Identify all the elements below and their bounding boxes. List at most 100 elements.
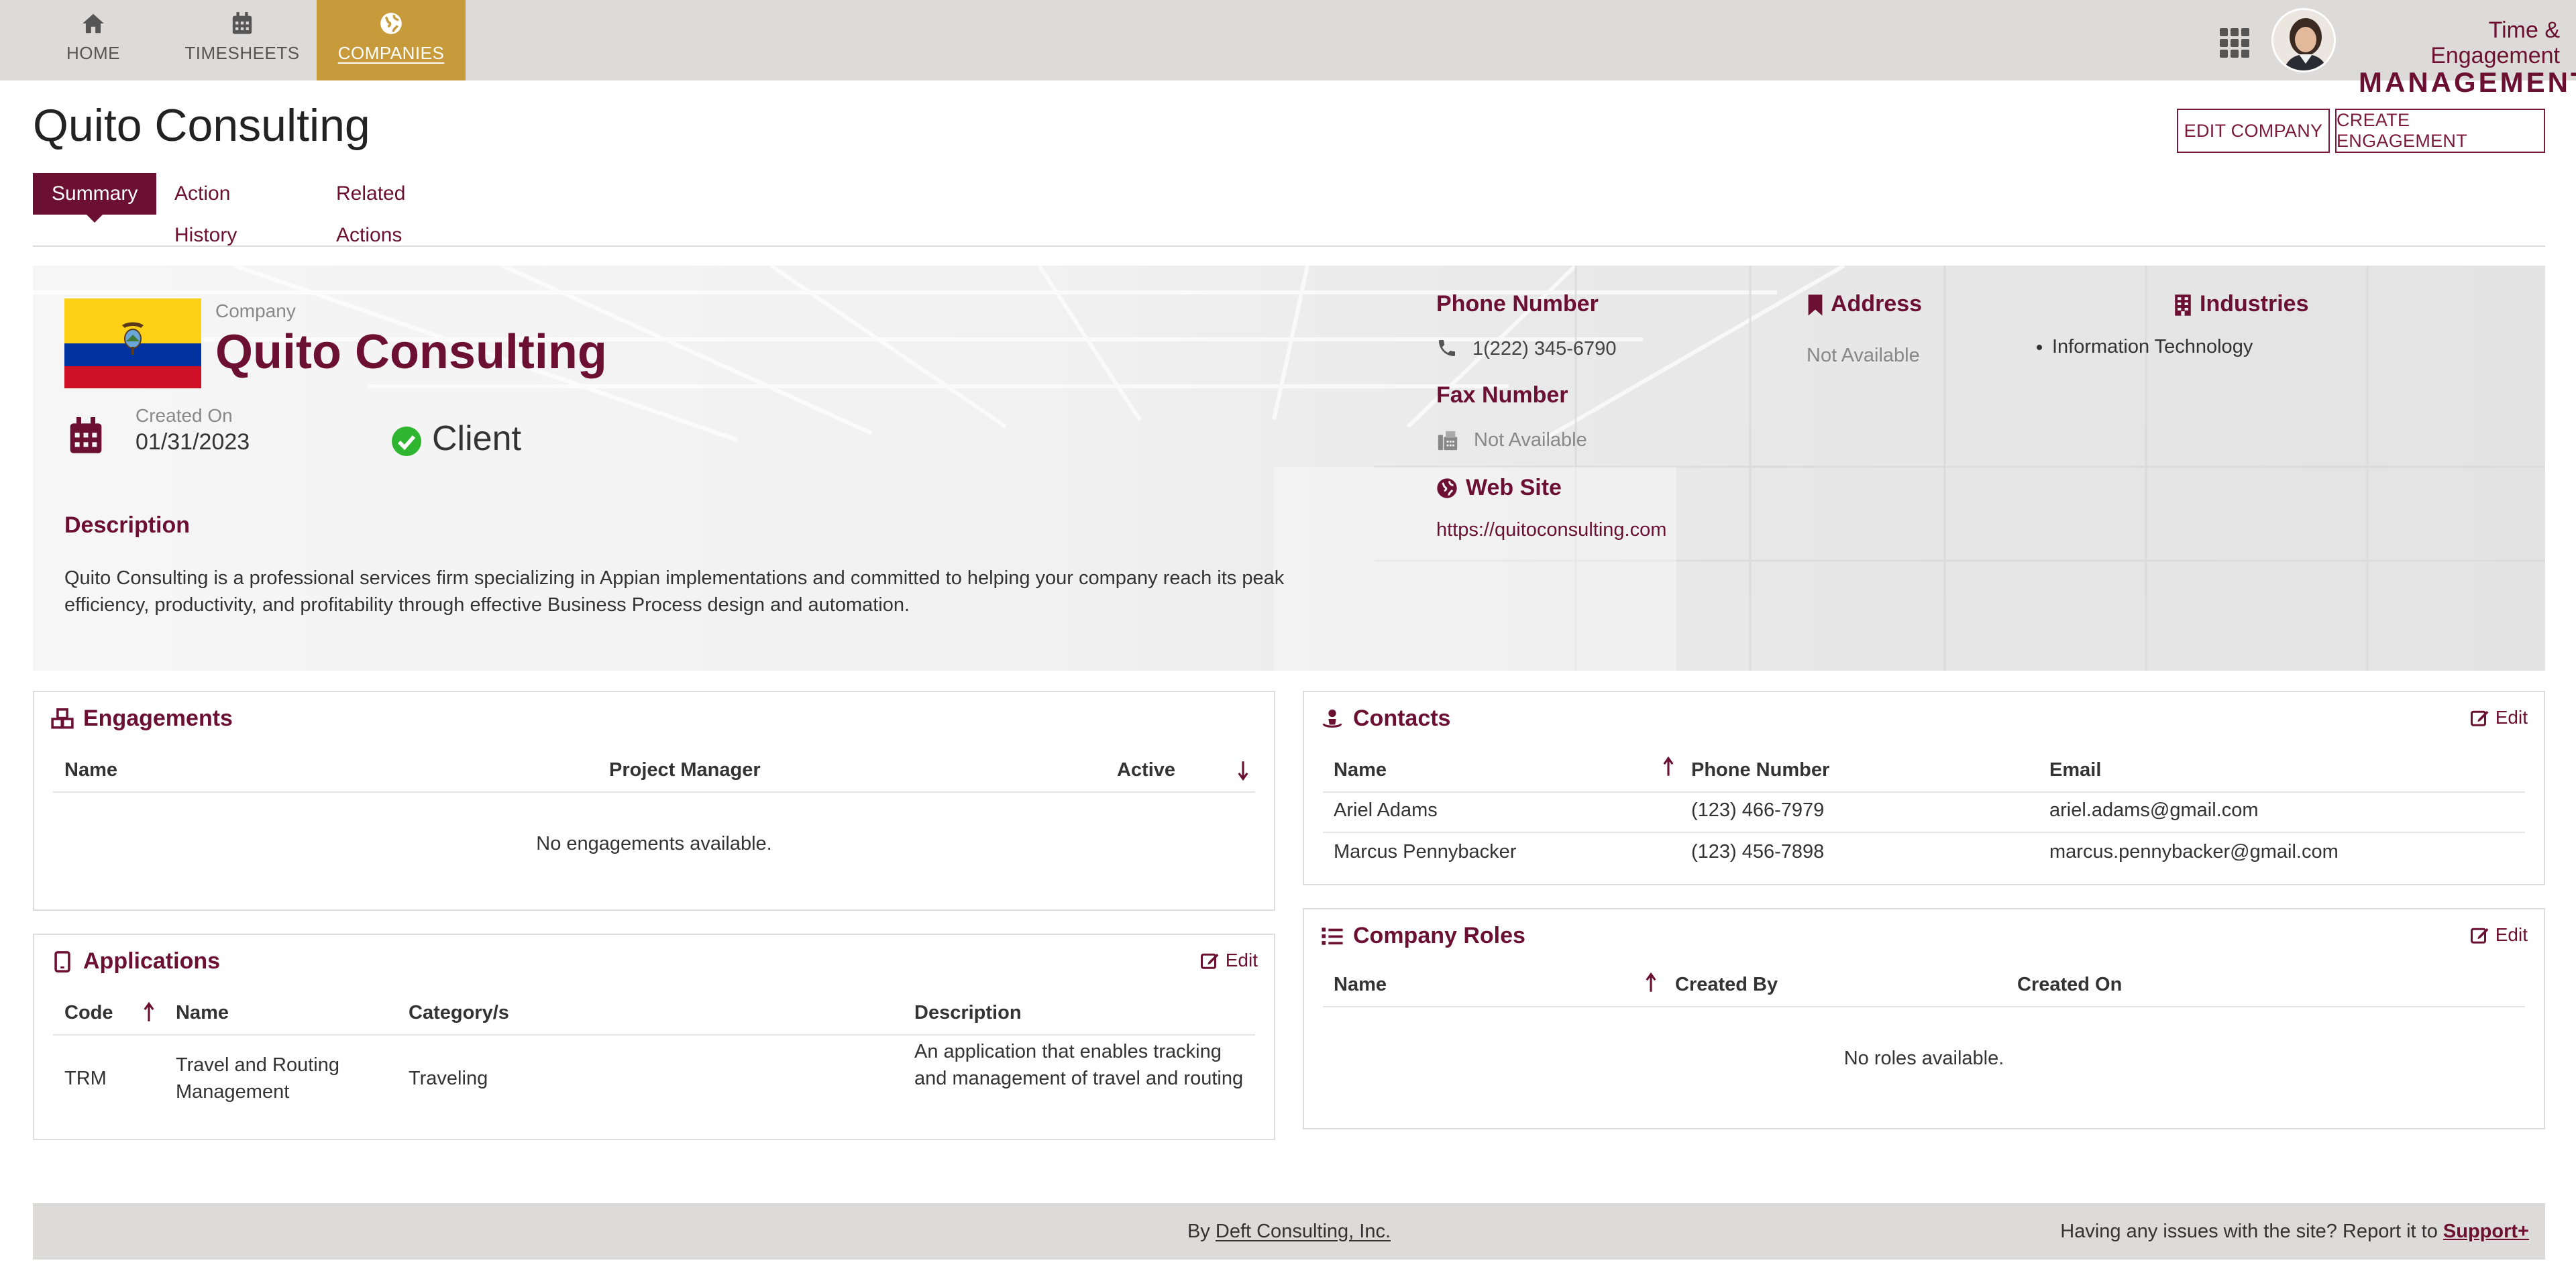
edit-icon (2470, 710, 2489, 726)
user-avatar[interactable] (2271, 8, 2336, 72)
app-code: TRM (64, 1068, 107, 1089)
sort-up-icon[interactable] (144, 1002, 154, 1022)
edit-icon (2470, 928, 2489, 944)
contact-name: Marcus Pennybacker (1334, 841, 1517, 862)
support-link[interactable]: Support+ (2443, 1221, 2529, 1242)
col-email-header[interactable]: Email (2049, 759, 2101, 781)
col-project-manager-header[interactable]: Project Manager (609, 759, 761, 781)
sort-up-icon[interactable] (1663, 757, 1674, 777)
nav-home[interactable]: HOME (19, 0, 168, 80)
contact-name: Ariel Adams (1334, 799, 1438, 821)
address-heading: Address (1831, 291, 1923, 317)
contacts-card: Contacts Edit Name Phone Number Email Ar… (1303, 691, 2545, 885)
fax-icon (1438, 431, 1458, 451)
col-created-by-header[interactable]: Created By (1675, 974, 1778, 996)
bookmark-icon (1808, 294, 1823, 316)
globe-icon (1437, 478, 1457, 498)
footer-issues-text: Having any issues with the site? Report … (2060, 1221, 2438, 1242)
phone-icon (1439, 340, 1455, 356)
col-name-header[interactable]: Name (176, 1002, 229, 1024)
applications-edit-label: Edit (1225, 950, 1258, 970)
building-icon (2175, 294, 2191, 316)
col-phone-header[interactable]: Phone Number (1691, 759, 1829, 781)
nav-home-label: HOME (66, 43, 120, 63)
footer-support: Having any issues with the site? Report … (2060, 1221, 2529, 1243)
col-name-header[interactable]: Name (64, 759, 117, 781)
roles-title: Company Roles (1321, 923, 1525, 949)
contact-phone: (123) 456-7898 (1691, 841, 1825, 862)
roles-edit-label: Edit (2495, 924, 2528, 945)
contact-person-icon (1322, 709, 1342, 728)
tab-action-history[interactable]: Action History (174, 173, 237, 246)
col-name-header[interactable]: Name (1334, 759, 1387, 781)
empty-roles: No roles available. (1843, 1048, 2004, 1069)
globe-icon (380, 13, 402, 34)
contacts-title: Contacts (1321, 706, 1450, 732)
website-link[interactable]: https://quitoconsulting.com (1436, 519, 1666, 541)
company-label: Company (215, 300, 296, 321)
industries-list: Information Technology (2032, 336, 2253, 358)
header-divider (1323, 791, 2525, 793)
contact-email: marcus.pennybacker@gmail.com (2049, 841, 2339, 862)
create-engagement-button[interactable]: CREATE ENGAGEMENT (2335, 109, 2545, 153)
app-category: Traveling (409, 1068, 488, 1089)
address-value: Not Available (1807, 345, 1920, 366)
col-category-header[interactable]: Category/s (409, 1002, 509, 1024)
app-description: An application that enables tracking and… (914, 1041, 1244, 1089)
deft-consulting-link[interactable]: Deft Consulting, Inc. (1216, 1221, 1391, 1242)
edit-company-button[interactable]: EDIT COMPANY (2177, 109, 2330, 153)
company-summary-banner: Company Quito Consulting Created On 01/3… (33, 266, 2545, 671)
col-active-header[interactable]: Active (1117, 759, 1175, 781)
list-icon (1322, 927, 1343, 945)
applications-edit-link[interactable]: Edit (1200, 950, 1258, 971)
created-on-label: Created On (136, 405, 233, 426)
contacts-title-text: Contacts (1353, 706, 1451, 731)
engagements-card: Engagements Name Project Manager Active … (33, 691, 1275, 911)
user-photo-icon (2273, 10, 2334, 70)
phone-value: 1(222) 345-6790 (1472, 338, 1617, 359)
edit-icon (1200, 953, 1219, 969)
tab-related-actions[interactable]: Related Actions (336, 173, 405, 246)
tab-summary[interactable]: Summary (33, 173, 157, 223)
flag-emblem-icon (122, 322, 144, 355)
phone-heading: Phone Number (1436, 291, 1599, 317)
col-description-header[interactable]: Description (914, 1002, 1022, 1024)
roles-edit-link[interactable]: Edit (2470, 924, 2528, 946)
engagements-title: Engagements (51, 706, 233, 732)
home-icon (83, 13, 104, 34)
nav-timesheets[interactable]: TIMESHEETS (168, 0, 317, 80)
calendar-icon (70, 417, 102, 453)
description-text: Quito Consulting is a professional servi… (64, 567, 1285, 616)
app-name: Travel and Routing Management (176, 1054, 339, 1103)
fax-value: Not Available (1474, 429, 1587, 451)
col-code-header[interactable]: Code (64, 1002, 113, 1024)
calendar-icon (232, 12, 252, 34)
contact-email: ariel.adams@gmail.com (2049, 799, 2259, 821)
cubes-icon (51, 708, 74, 729)
header-divider (33, 245, 2545, 247)
contact-phone: (123) 466-7979 (1691, 799, 1825, 821)
description-heading: Description (64, 512, 191, 538)
engagements-title-text: Engagements (83, 706, 233, 731)
website-heading: Web Site (1466, 475, 1562, 500)
brand-line-2: MANAGEMENT (2359, 66, 2576, 98)
check-circle-icon (392, 427, 421, 456)
ecuador-flag-icon (64, 298, 201, 388)
col-created-on-header[interactable]: Created On (2017, 974, 2122, 996)
sort-up-icon[interactable] (1646, 972, 1656, 993)
header-divider (53, 791, 1255, 793)
industry-item: Information Technology (2052, 336, 2253, 358)
sort-down-icon[interactable] (1238, 761, 1248, 781)
created-on-value: 01/31/2023 (136, 429, 250, 455)
company-name: Quito Consulting (215, 325, 607, 379)
brand-line-1: Time & Engagement (2430, 17, 2560, 68)
top-nav: HOME TIMESHEETS COMPANIES Time & Engagem… (0, 0, 2576, 97)
app-launcher-icon[interactable] (2220, 28, 2252, 58)
col-name-header[interactable]: Name (1334, 974, 1387, 996)
contacts-edit-link[interactable]: Edit (2470, 707, 2528, 728)
applications-card: Applications Edit Code Name Category/s D… (33, 934, 1275, 1140)
nav-companies[interactable]: COMPANIES (317, 0, 466, 80)
page-title: Quito Consulting (33, 100, 370, 151)
company-roles-card: Company Roles Edit Name Created By Creat… (1303, 908, 2545, 1129)
industries-heading: Industries (2200, 291, 2309, 317)
